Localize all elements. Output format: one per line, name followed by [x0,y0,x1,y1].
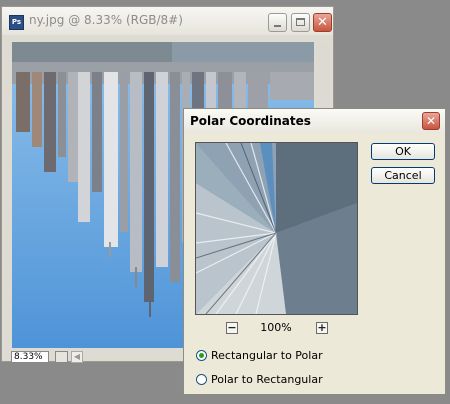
radio-polar-to-rectangular[interactable]: Polar to Rectangular [196,372,323,386]
radio-dot-icon [199,352,204,358]
zoom-level-field[interactable]: 8.33% [11,351,49,363]
maximize-icon [296,18,305,26]
zoom-in-button[interactable]: + [316,322,328,334]
minimize-icon [274,25,281,27]
radio-button-selected[interactable] [196,349,207,361]
ok-button[interactable]: OK [371,143,435,160]
radio-label: Polar to Rectangular [211,372,323,386]
photoshop-icon: Ps [9,15,24,30]
maximize-button[interactable] [291,13,310,32]
radio-rectangular-to-polar[interactable]: Rectangular to Polar [196,348,323,362]
dialog-titlebar[interactable]: Polar Coordinates ✕ [184,109,445,133]
navigator-icon[interactable] [55,351,68,363]
filter-preview[interactable] [195,142,358,315]
close-icon: ✕ [317,15,328,30]
minimize-button[interactable] [268,13,287,32]
radio-label: Rectangular to Polar [211,348,323,362]
document-title: ny.jpg @ 8.33% (RGB/8#) [29,13,183,27]
zoom-out-button[interactable]: − [226,322,238,334]
close-icon: ✕ [425,114,437,128]
document-titlebar[interactable]: Ps ny.jpg @ 8.33% (RGB/8#) ✕ [2,7,333,35]
close-button[interactable]: ✕ [313,13,332,32]
scroll-left-arrow-icon[interactable]: ◀ [71,351,83,363]
radio-button[interactable] [196,373,207,385]
polar-coordinates-dialog: Polar Coordinates ✕ OK Cancel − 100% + R… [183,108,446,395]
polar-preview-image [196,143,357,314]
preview-zoom-level: 100% [260,321,292,334]
dialog-close-button[interactable]: ✕ [422,112,440,130]
dialog-title: Polar Coordinates [190,114,311,128]
cancel-button[interactable]: Cancel [371,167,435,184]
